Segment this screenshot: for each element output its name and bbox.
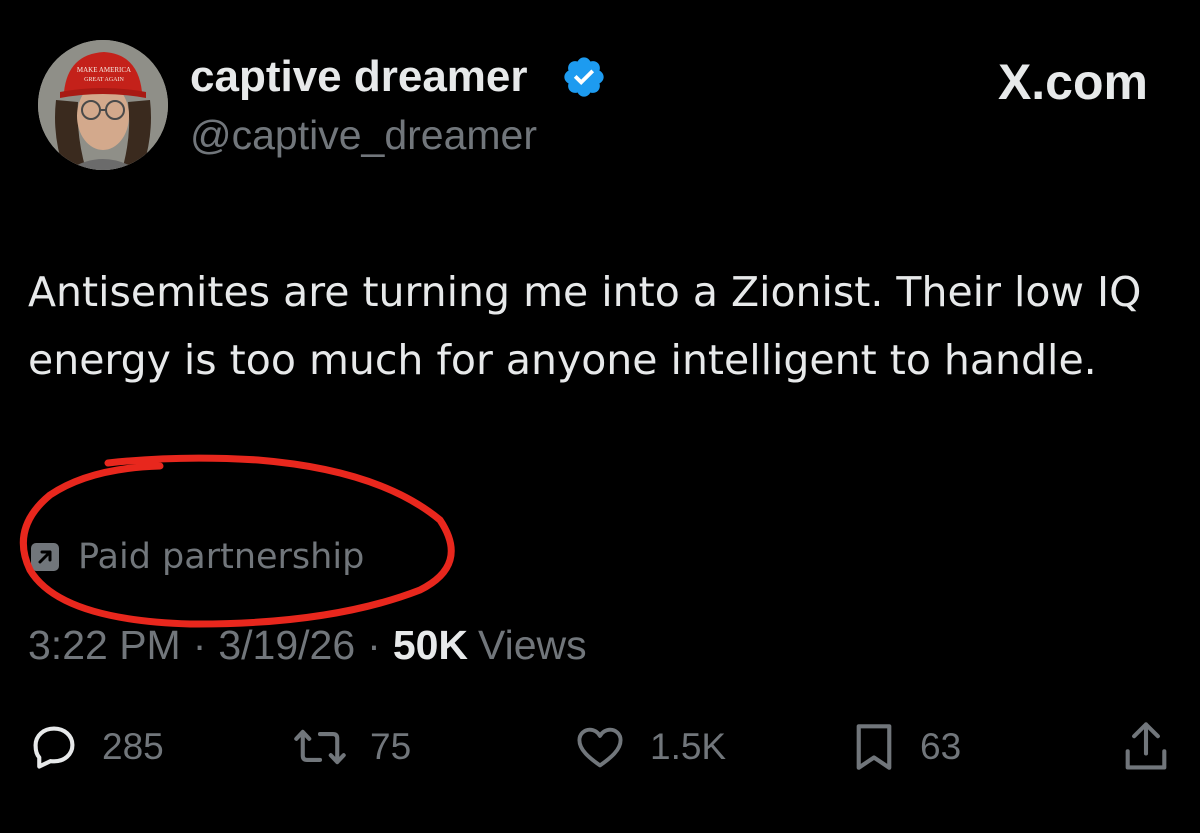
repost-count: 75 [370, 726, 412, 767]
tweet-text: Antisemites are turning me into a Zionis… [28, 268, 1142, 384]
handle[interactable]: @captive_dreamer [190, 110, 537, 160]
display-name[interactable]: captive dreamer [190, 50, 528, 104]
bookmark-button[interactable]: 63 [850, 715, 961, 779]
hat-text: MAKE AMERICA [77, 66, 131, 74]
action-bar: 285 75 1.5K 63 [0, 715, 1200, 779]
tweet-meta: 3:22 PM · 3/19/26 · 50K Views [28, 618, 587, 672]
avatar-image: MAKE AMERICA GREAT AGAIN [38, 40, 168, 170]
paid-partnership-text: Paid partnership [78, 537, 365, 577]
views-label: Views [478, 621, 587, 668]
like-count: 1.5K [650, 726, 727, 767]
reply-button[interactable]: 285 [28, 715, 164, 779]
meta-separator: · [367, 621, 381, 668]
avatar[interactable]: MAKE AMERICA GREAT AGAIN [38, 40, 168, 170]
meta-separator: · [192, 621, 207, 668]
like-button[interactable]: 1.5K [572, 715, 726, 779]
reply-count: 285 [102, 726, 164, 767]
tweet-time: 3:22 PM [28, 621, 181, 668]
views-count[interactable]: 50K [393, 622, 468, 669]
reply-icon [33, 726, 75, 769]
brand-label: X.com [997, 54, 1148, 110]
share-icon [1125, 722, 1167, 770]
repost-button[interactable]: 75 [292, 715, 411, 779]
paid-partnership-label[interactable]: Paid partnership [30, 532, 364, 582]
repost-icon [294, 729, 346, 765]
verified-badge-icon [564, 57, 604, 97]
tweet-date: 3/19/26 [218, 621, 356, 668]
paid-partnership-icon [31, 543, 59, 571]
red-annotation-circle [19, 454, 455, 628]
share-button[interactable] [1120, 715, 1194, 779]
bookmark-count: 63 [920, 726, 962, 767]
like-icon [577, 727, 623, 768]
svg-text:GREAT AGAIN: GREAT AGAIN [84, 77, 124, 83]
bookmark-icon [856, 724, 892, 770]
